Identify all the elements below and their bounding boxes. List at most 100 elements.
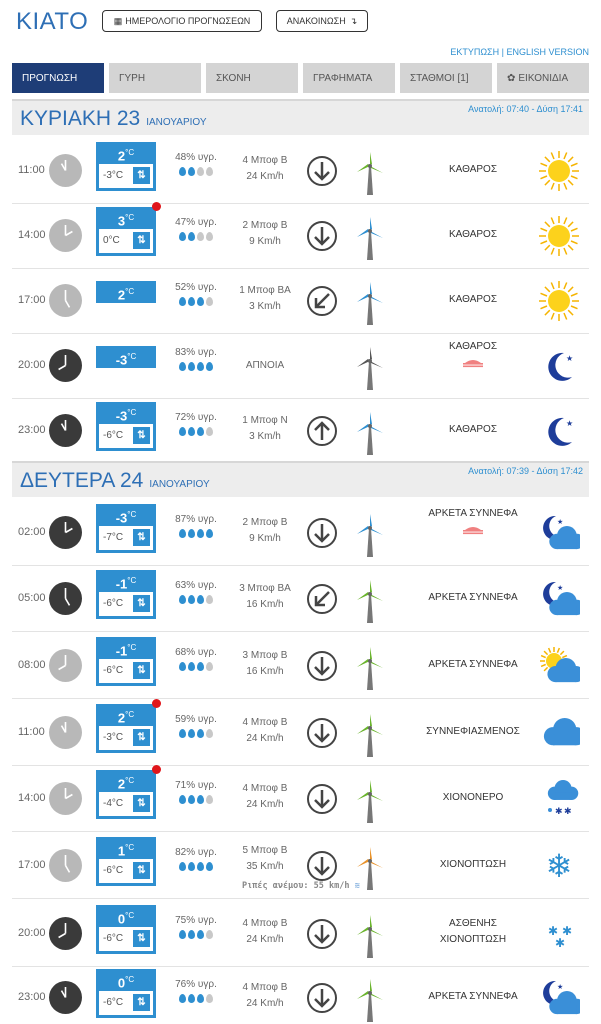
wind-direction-down-icon bbox=[306, 850, 338, 882]
thermometer-icon[interactable]: ⇅ bbox=[133, 595, 150, 612]
tab-pollen[interactable]: ΓΥΡΗ bbox=[109, 63, 201, 93]
announcement-button[interactable]: ΑΝΑΚΟΙΝΩΣΗ ↴ bbox=[276, 10, 368, 32]
forecast-time: 20:00 bbox=[18, 359, 46, 371]
min-temperature: -6°C ⇅ bbox=[99, 659, 153, 683]
max-temperature-value: -3 bbox=[115, 352, 128, 368]
weather-condition: ΑΡΚΕΤΑ ΣΥΝΝΕΦΑ bbox=[407, 657, 539, 673]
wind-speed: 24 Km/h bbox=[246, 733, 284, 744]
water-drop-icon bbox=[179, 595, 186, 604]
tab-charts[interactable]: ΓΡΑΦΗΜΑΤΑ bbox=[303, 63, 395, 93]
top-links: ΕΚΤΥΠΩΣΗ | ENGLISH VERSION bbox=[450, 47, 589, 57]
thermometer-icon[interactable]: ⇅ bbox=[133, 232, 150, 249]
day-month: ΙΑΝΟΥΑΡΙΟΥ bbox=[146, 117, 207, 128]
humidity: 71% υγρ. bbox=[167, 780, 225, 807]
max-temperature: -3°C bbox=[96, 346, 156, 368]
humidity-value: 59% υγρ. bbox=[175, 714, 217, 725]
wind-direction-down-icon bbox=[306, 783, 338, 815]
humidity-value: 47% υγρ. bbox=[175, 217, 217, 228]
wind-info: 4 Μποφ Β 24 Km/h bbox=[225, 916, 305, 948]
water-drop-icon bbox=[197, 930, 204, 939]
thermometer-icon[interactable]: ⇅ bbox=[133, 795, 150, 812]
thermometer-icon[interactable]: ⇅ bbox=[133, 862, 150, 879]
print-link[interactable]: ΕΚΤΥΠΩΣΗ bbox=[450, 47, 499, 57]
temperature-box: 0°C -6°C ⇅ bbox=[96, 905, 156, 954]
humidity-value: 63% υγρ. bbox=[175, 580, 217, 591]
water-drop-icon bbox=[179, 729, 186, 738]
humidity-value: 48% υγρ. bbox=[175, 152, 217, 163]
temperature-box: 2°C bbox=[96, 281, 156, 303]
tab-stations[interactable]: ΣΤΑΘΜΟΙ [1] bbox=[400, 63, 492, 93]
thermometer-icon[interactable]: ⇅ bbox=[133, 729, 150, 746]
wind-info: 4 Μποφ Β 24 Km/h bbox=[225, 153, 305, 185]
water-drop-icon bbox=[188, 529, 195, 538]
forecast-time: 17:00 bbox=[18, 294, 46, 306]
wind-speed: 16 Km/h bbox=[246, 599, 284, 610]
weather-condition-text: ΑΡΚΕΤΑ ΣΥΝΝΕΦΑ bbox=[428, 508, 518, 519]
water-drop-icon bbox=[188, 930, 195, 939]
thermometer-icon[interactable]: ⇅ bbox=[133, 167, 150, 184]
weather-condition: ΚΑΘΑΡΟΣ bbox=[407, 162, 539, 178]
wind-speed: 3 Km/h bbox=[249, 301, 281, 312]
weather-condition: ΚΑΘΑΡΟΣ bbox=[407, 292, 539, 308]
forecast-row: 02:00 -3°C -7°C ⇅ 87% υγρ. 2 Μποφ Β 9 Km/h ΑΡΚΕ… bbox=[12, 500, 589, 566]
forecast-row: 23:00 -3°C -6°C ⇅ 72% υγρ. 1 Μποφ Ν 3 Km/h ΚΑΘΑ… bbox=[12, 398, 589, 464]
wind-beaufort: 4 Μποφ Β bbox=[242, 717, 288, 728]
english-version-link[interactable]: ENGLISH VERSION bbox=[506, 47, 589, 57]
day-clock-icon bbox=[49, 284, 82, 317]
temperature-box: -3°C -6°C ⇅ bbox=[96, 402, 156, 451]
night-clock-icon bbox=[49, 349, 82, 382]
tab-forecast[interactable]: ΠΡΟΓΝΩΣΗ bbox=[12, 63, 104, 93]
degree-unit: °C bbox=[125, 710, 135, 719]
thermometer-icon[interactable]: ⇅ bbox=[133, 930, 150, 947]
forecast-calendar-button[interactable]: ▦ ΗΜΕΡΟΛΟΓΙΟ ΠΡΟΓΝΩΣΕΩΝ bbox=[102, 10, 262, 32]
thermometer-icon[interactable]: ⇅ bbox=[133, 994, 150, 1011]
forecast-time: 02:00 bbox=[18, 526, 46, 538]
humidity-value: 75% υγρ. bbox=[175, 915, 217, 926]
wind-direction-down-icon bbox=[306, 650, 338, 682]
thermometer-icon[interactable]: ⇅ bbox=[133, 662, 150, 679]
humidity-drops bbox=[167, 529, 225, 541]
tab-icons[interactable]: ✿ ΕΙΚΟΝΙΔΙΑ bbox=[497, 63, 589, 93]
max-temperature: 2°C bbox=[96, 770, 156, 792]
humidity: 68% υγρ. bbox=[167, 647, 225, 674]
forecast-time: 11:00 bbox=[18, 726, 45, 738]
forecast-time: 14:00 bbox=[18, 229, 46, 241]
weather-condition-text: ΚΑΘΑΡΟΣ bbox=[448, 164, 498, 175]
wind-beaufort: 4 Μποφ Β bbox=[242, 982, 288, 993]
wind-info: 4 Μποφ Β 24 Km/h bbox=[225, 980, 305, 1012]
svg-text:★: ★ bbox=[557, 983, 563, 991]
temperature-box: 1°C -6°C ⇅ bbox=[96, 837, 156, 886]
humidity-value: 87% υγρ. bbox=[175, 514, 217, 525]
min-temperature-value: -6°C bbox=[103, 598, 124, 609]
sun-icon bbox=[538, 215, 580, 257]
tab-dust[interactable]: ΣΚΟΝΗ bbox=[206, 63, 298, 93]
water-drop-icon bbox=[179, 529, 186, 538]
forecast-time: 17:00 bbox=[18, 859, 46, 871]
weather-condition-text: ΚΑΘΑΡΟΣ bbox=[448, 341, 498, 352]
min-temperature: 0°C ⇅ bbox=[99, 229, 153, 253]
water-drop-icon bbox=[206, 362, 213, 371]
temperature-box: 2°C -4°C ⇅ bbox=[96, 765, 161, 819]
weather-condition: ΣΥΝΝΕΦΙΑΣΜΕΝΟΣ bbox=[407, 724, 539, 740]
night-clock-icon bbox=[49, 981, 82, 1014]
alert-dot-icon bbox=[152, 765, 161, 774]
max-temperature: 2°C bbox=[96, 142, 156, 164]
wind-direction-down-icon bbox=[306, 517, 338, 549]
moon-cloud-icon: ★ bbox=[538, 512, 585, 554]
forecast-row: 08:00 -1°C -6°C ⇅ 68% υγρ. 3 Μποφ Β 16 Km/h ΑΡΚ… bbox=[12, 633, 589, 699]
water-drop-icon bbox=[188, 595, 195, 604]
wind-speed: 24 Km/h bbox=[246, 998, 284, 1009]
night-clock-icon bbox=[49, 917, 82, 950]
wind-beaufort: 1 Μποφ ΒΑ bbox=[239, 285, 291, 296]
thermometer-icon[interactable]: ⇅ bbox=[133, 427, 150, 444]
wind-info: 2 Μποφ Β 9 Km/h bbox=[225, 218, 305, 250]
day-clock-icon bbox=[49, 849, 82, 882]
water-drop-icon bbox=[179, 994, 186, 1003]
thermometer-icon[interactable]: ⇅ bbox=[133, 529, 150, 546]
wind-info: 5 Μποφ Β 35 Km/h bbox=[225, 843, 305, 875]
forecast-time: 11:00 bbox=[18, 164, 45, 176]
wind-direction-down-icon bbox=[306, 220, 338, 252]
water-drop-icon bbox=[179, 297, 186, 306]
min-temperature-value: -6°C bbox=[103, 430, 124, 441]
wind-info: 2 Μποφ Β 9 Km/h bbox=[225, 515, 305, 547]
